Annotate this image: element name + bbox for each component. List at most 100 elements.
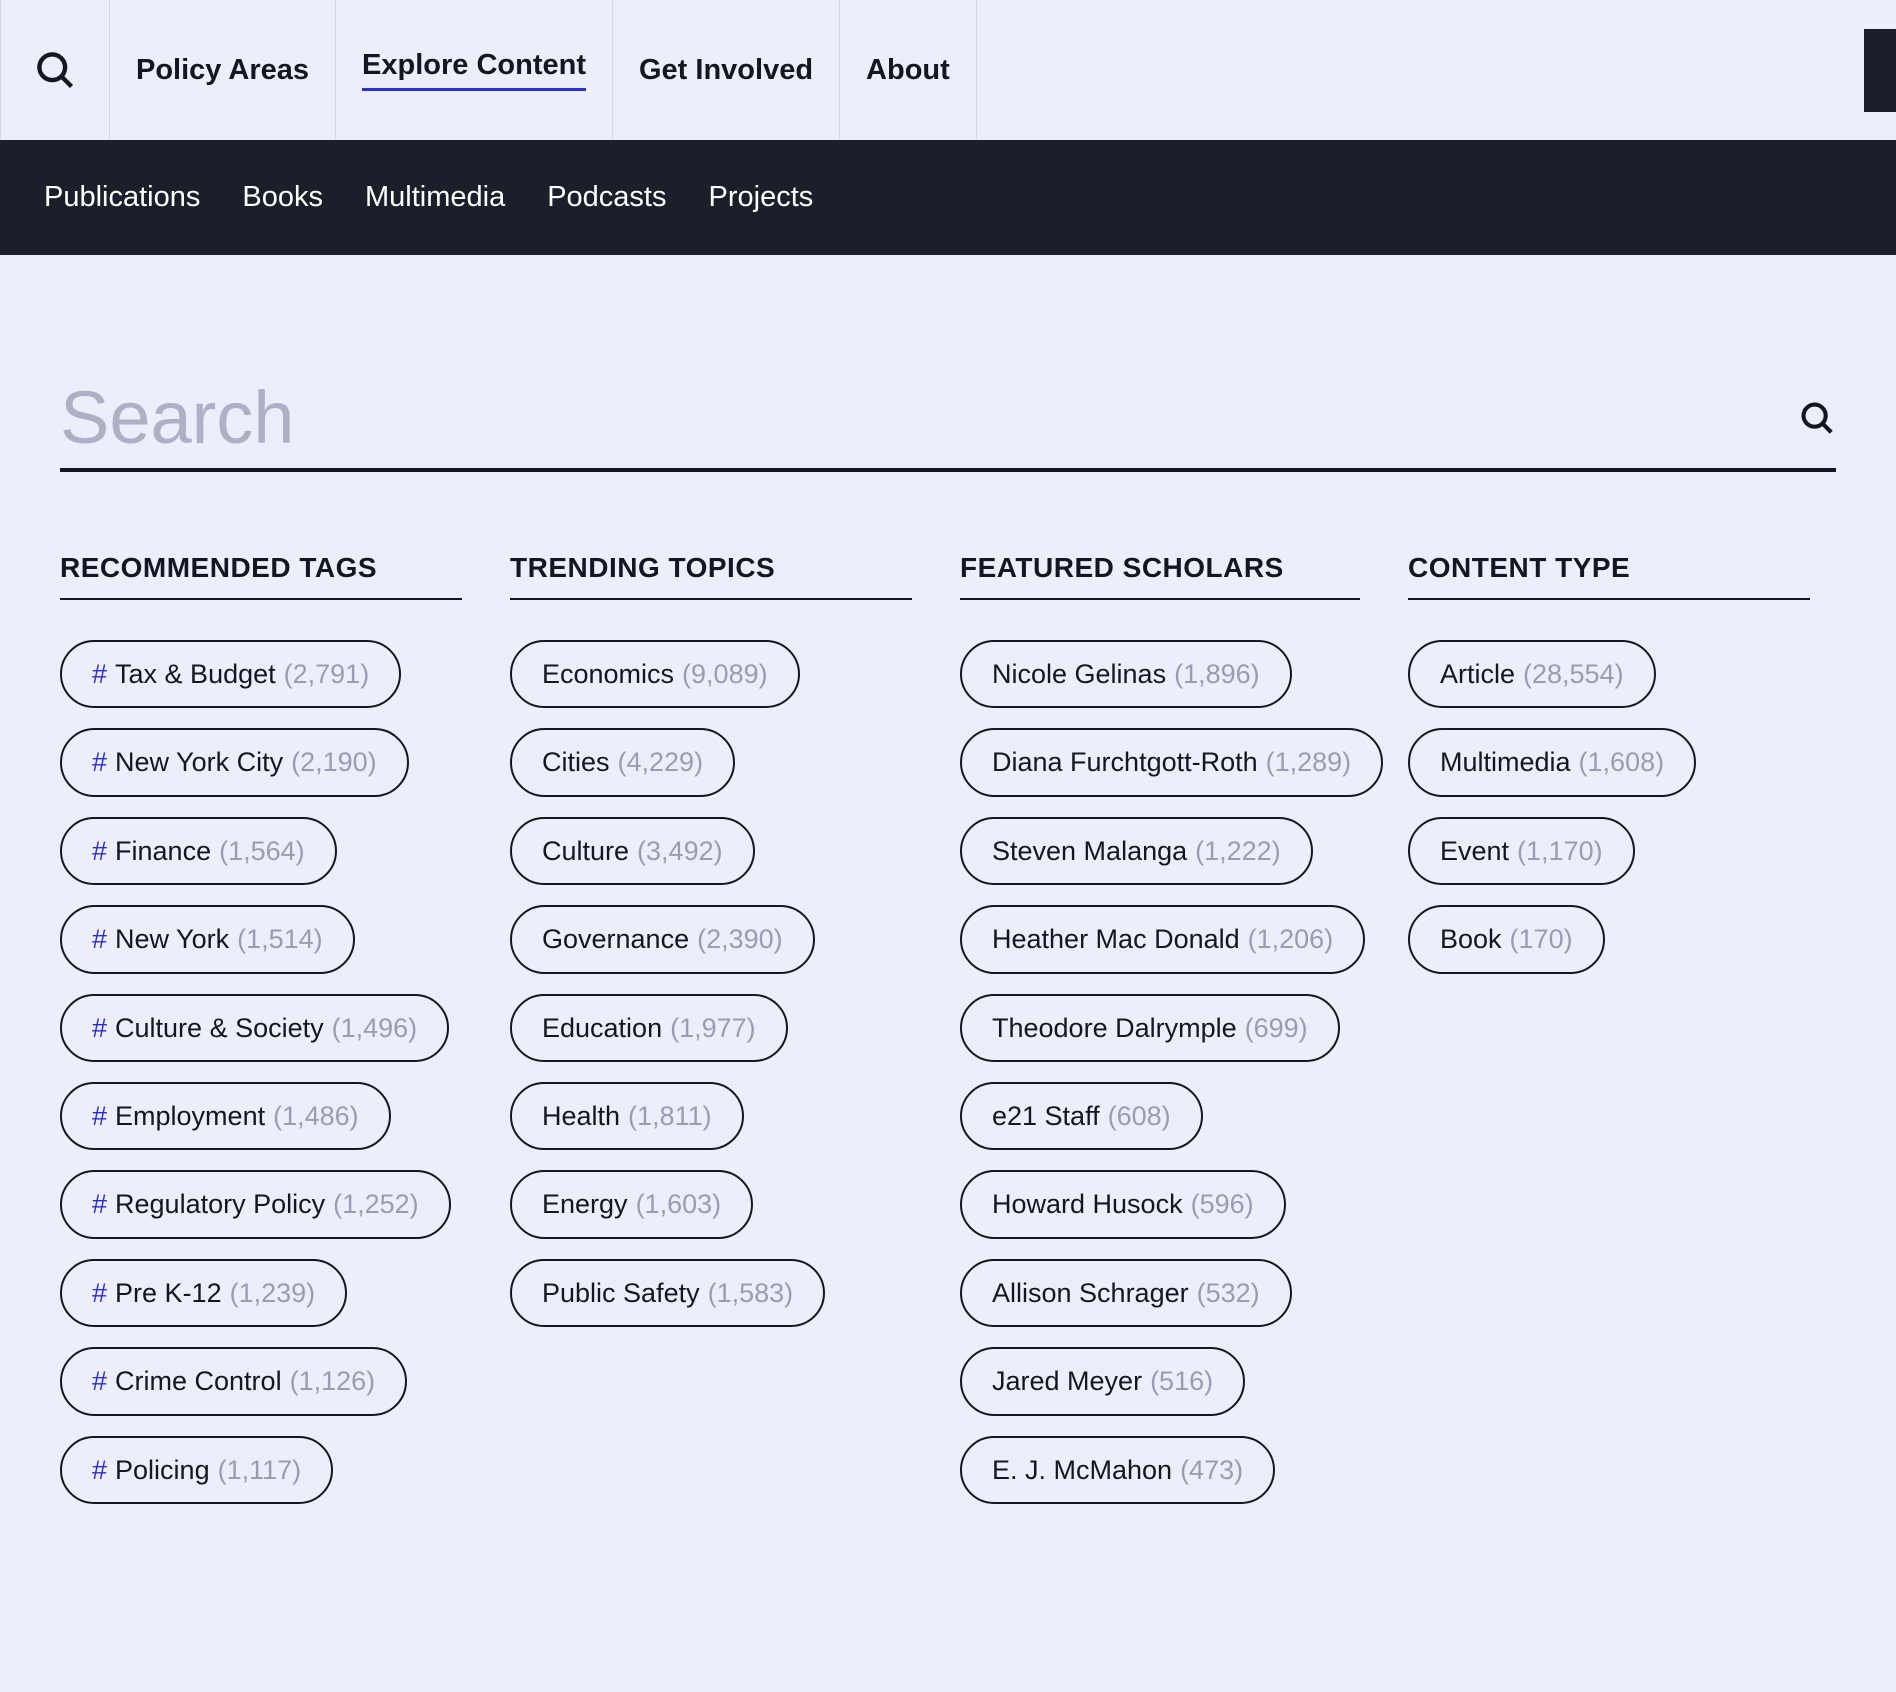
scholar-pill[interactable]: Heather Mac Donald(1,206) xyxy=(960,905,1365,973)
pill-list: Nicole Gelinas(1,896) Diana Furchtgott-R… xyxy=(960,640,1360,1504)
scholar-pill[interactable]: Nicole Gelinas(1,896) xyxy=(960,640,1292,708)
hash-icon: # xyxy=(92,1277,107,1309)
type-pill[interactable]: Event(1,170) xyxy=(1408,817,1635,885)
subnav-podcasts[interactable]: Podcasts xyxy=(547,181,666,214)
tag-pill[interactable]: #Pre K-12(1,239) xyxy=(60,1259,347,1327)
pill-count: (1,486) xyxy=(273,1100,359,1132)
pill-label: Crime Control xyxy=(115,1365,282,1397)
content: RECOMMENDED TAGS #Tax & Budget(2,791) #N… xyxy=(0,255,1896,1644)
column-featured-scholars: FEATURED SCHOLARS Nicole Gelinas(1,896) … xyxy=(960,552,1360,1504)
search-submit-button[interactable] xyxy=(1798,399,1836,437)
pill-count: (1,811) xyxy=(628,1100,712,1132)
column-heading: CONTENT TYPE xyxy=(1408,552,1810,600)
topbar-search-button[interactable] xyxy=(0,0,110,140)
topic-pill[interactable]: Energy(1,603) xyxy=(510,1170,753,1238)
tag-pill[interactable]: #Culture & Society(1,496) xyxy=(60,994,449,1062)
pill-count: (1,977) xyxy=(670,1012,756,1044)
scholar-pill[interactable]: Howard Husock(596) xyxy=(960,1170,1286,1238)
pill-label: Heather Mac Donald xyxy=(992,923,1240,955)
pill-label: Event xyxy=(1440,835,1509,867)
pill-count: (1,117) xyxy=(218,1454,302,1486)
scholar-pill[interactable]: Theodore Dalrymple(699) xyxy=(960,994,1340,1062)
tag-pill[interactable]: #Finance(1,564) xyxy=(60,817,337,885)
search-icon xyxy=(33,48,77,92)
pill-label: Theodore Dalrymple xyxy=(992,1012,1237,1044)
subnav: Publications Books Multimedia Podcasts P… xyxy=(0,140,1896,255)
topic-pill[interactable]: Economics(9,089) xyxy=(510,640,800,708)
scholar-pill[interactable]: E. J. McMahon(473) xyxy=(960,1436,1275,1504)
subnav-projects[interactable]: Projects xyxy=(709,181,814,214)
pill-list: #Tax & Budget(2,791) #New York City(2,19… xyxy=(60,640,462,1504)
pill-count: (2,190) xyxy=(291,746,377,778)
pill-label: Diana Furchtgott-Roth xyxy=(992,746,1258,778)
pill-count: (473) xyxy=(1180,1454,1243,1486)
hash-icon: # xyxy=(92,1100,107,1132)
topic-pill[interactable]: Governance(2,390) xyxy=(510,905,815,973)
nav-about[interactable]: About xyxy=(840,0,977,140)
pill-count: (1,206) xyxy=(1248,923,1334,955)
pill-count: (1,126) xyxy=(290,1365,376,1397)
pill-count: (608) xyxy=(1108,1100,1171,1132)
pill-count: (1,239) xyxy=(230,1277,316,1309)
pill-count: (170) xyxy=(1510,923,1573,955)
nav-get-involved[interactable]: Get Involved xyxy=(613,0,840,140)
topic-pill[interactable]: Public Safety(1,583) xyxy=(510,1259,825,1327)
pill-count: (2,791) xyxy=(284,658,370,690)
topbar: Policy Areas Explore Content Get Involve… xyxy=(0,0,1896,140)
scholar-pill[interactable]: e21 Staff(608) xyxy=(960,1082,1203,1150)
pill-count: (1,603) xyxy=(636,1188,722,1220)
tag-pill[interactable]: #New York(1,514) xyxy=(60,905,355,973)
pill-label: Book xyxy=(1440,923,1502,955)
pill-count: (1,170) xyxy=(1517,835,1603,867)
search-row xyxy=(60,375,1836,472)
pill-label: e21 Staff xyxy=(992,1100,1100,1132)
type-pill[interactable]: Book(170) xyxy=(1408,905,1605,973)
pill-label: Howard Husock xyxy=(992,1188,1183,1220)
pill-count: (532) xyxy=(1197,1277,1260,1309)
topic-pill[interactable]: Cities(4,229) xyxy=(510,728,735,796)
pill-count: (1,252) xyxy=(333,1188,419,1220)
pill-count: (3,492) xyxy=(637,835,723,867)
pill-count: (2,390) xyxy=(697,923,783,955)
pill-label: Article xyxy=(1440,658,1515,690)
column-heading: TRENDING TOPICS xyxy=(510,552,912,600)
topbar-spacer xyxy=(977,0,1864,140)
type-pill[interactable]: Multimedia(1,608) xyxy=(1408,728,1696,796)
topbar-right-block xyxy=(1864,29,1896,112)
scholar-pill[interactable]: Allison Schrager(532) xyxy=(960,1259,1292,1327)
topic-pill[interactable]: Health(1,811) xyxy=(510,1082,744,1150)
pill-count: (1,608) xyxy=(1579,746,1665,778)
nav-policy-areas[interactable]: Policy Areas xyxy=(110,0,336,140)
scholar-pill[interactable]: Diana Furchtgott-Roth(1,289) xyxy=(960,728,1383,796)
tag-pill[interactable]: #New York City(2,190) xyxy=(60,728,409,796)
tag-pill[interactable]: #Tax & Budget(2,791) xyxy=(60,640,401,708)
tag-pill[interactable]: #Crime Control(1,126) xyxy=(60,1347,407,1415)
column-trending-topics: TRENDING TOPICS Economics(9,089) Cities(… xyxy=(510,552,912,1504)
pill-label: Steven Malanga xyxy=(992,835,1187,867)
hash-icon: # xyxy=(92,658,107,690)
hash-icon: # xyxy=(92,746,107,778)
scholar-pill[interactable]: Jared Meyer(516) xyxy=(960,1347,1245,1415)
pill-label: Culture xyxy=(542,835,629,867)
hash-icon: # xyxy=(92,923,107,955)
topic-pill[interactable]: Culture(3,492) xyxy=(510,817,755,885)
pill-count: (28,554) xyxy=(1523,658,1624,690)
pill-label: Education xyxy=(542,1012,662,1044)
subnav-publications[interactable]: Publications xyxy=(44,181,200,214)
nav-explore-content[interactable]: Explore Content xyxy=(336,0,613,140)
pill-count: (1,896) xyxy=(1174,658,1260,690)
hash-icon: # xyxy=(92,1365,107,1397)
column-content-type: CONTENT TYPE Article(28,554) Multimedia(… xyxy=(1408,552,1810,1504)
topic-pill[interactable]: Education(1,977) xyxy=(510,994,788,1062)
pill-label: E. J. McMahon xyxy=(992,1454,1172,1486)
hash-icon: # xyxy=(92,1454,107,1486)
search-input[interactable] xyxy=(60,375,1778,460)
subnav-books[interactable]: Books xyxy=(242,181,323,214)
tag-pill[interactable]: #Policing(1,117) xyxy=(60,1436,333,1504)
subnav-multimedia[interactable]: Multimedia xyxy=(365,181,505,214)
scholar-pill[interactable]: Steven Malanga(1,222) xyxy=(960,817,1313,885)
pill-count: (1,222) xyxy=(1195,835,1281,867)
type-pill[interactable]: Article(28,554) xyxy=(1408,640,1656,708)
tag-pill[interactable]: #Employment(1,486) xyxy=(60,1082,391,1150)
tag-pill[interactable]: #Regulatory Policy(1,252) xyxy=(60,1170,451,1238)
